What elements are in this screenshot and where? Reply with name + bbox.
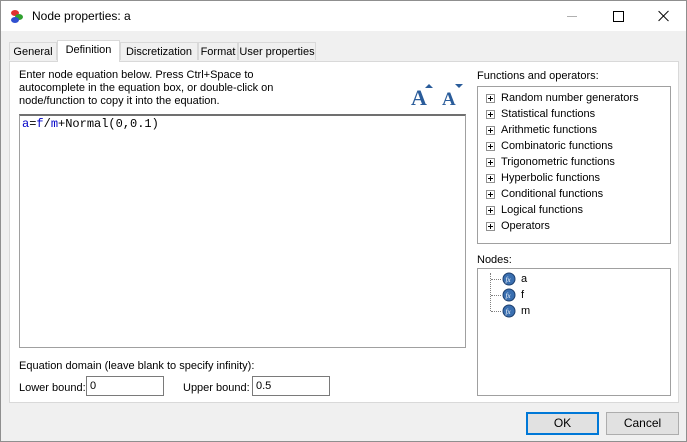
node-item-m[interactable]: fx m	[502, 303, 530, 319]
upper-bound-label: Upper bound:	[183, 382, 250, 394]
nodes-tree[interactable]: fx a fx f fx m	[477, 268, 671, 396]
function-group[interactable]: Combinatoric functions	[486, 138, 613, 154]
node-icon: fx	[502, 304, 516, 318]
node-icon: fx	[502, 288, 516, 302]
function-group[interactable]: Logical functions	[486, 202, 583, 218]
functions-tree[interactable]: Random number generators Statistical fun…	[477, 86, 671, 244]
tab-user-properties[interactable]: User properties	[238, 42, 316, 60]
expand-icon[interactable]	[486, 205, 495, 215]
ok-button[interactable]: OK	[526, 412, 599, 435]
function-group[interactable]: Operators	[486, 218, 550, 234]
lower-bound-label: Lower bound:	[19, 382, 86, 394]
functions-label: Functions and operators:	[477, 70, 599, 82]
close-button[interactable]	[641, 1, 687, 31]
close-icon	[658, 10, 670, 22]
equation-instructions: Enter node equation below. Press Ctrl+Sp…	[19, 69, 274, 107]
function-group[interactable]: Statistical functions	[486, 106, 595, 122]
cancel-button[interactable]: Cancel	[606, 412, 679, 435]
tree-connector	[491, 295, 501, 296]
app-logo-icon	[11, 10, 23, 23]
expand-icon[interactable]	[486, 173, 495, 183]
minimize-button[interactable]	[549, 1, 595, 31]
node-label: f	[521, 289, 525, 301]
expand-icon[interactable]	[486, 157, 495, 167]
tab-general[interactable]: General	[9, 42, 57, 60]
function-group[interactable]: Random number generators	[486, 90, 639, 106]
expand-icon[interactable]	[486, 141, 495, 151]
expand-icon[interactable]	[486, 125, 495, 135]
node-item-f[interactable]: fx f	[502, 287, 524, 303]
equation-domain-label: Equation domain (leave blank to specify …	[19, 360, 255, 372]
maximize-button[interactable]	[595, 1, 641, 31]
tab-definition[interactable]: Definition	[57, 40, 120, 62]
node-properties-dialog: Node properties: a General Definition Di…	[0, 0, 687, 442]
expand-icon[interactable]	[486, 109, 495, 119]
svg-text:fx: fx	[506, 308, 512, 316]
maximize-icon	[612, 10, 624, 22]
equation-divide: /	[43, 117, 51, 131]
equation-editor[interactable]: a=f/m+Normal(0,0.1)	[19, 114, 466, 348]
svg-text:fx: fx	[506, 292, 512, 300]
equation-var-f: f	[36, 117, 44, 131]
equation-var-m: m	[50, 117, 59, 131]
minimize-icon	[567, 15, 577, 17]
tree-connector	[491, 311, 501, 312]
node-item-a[interactable]: fx a	[502, 271, 527, 287]
expand-icon[interactable]	[486, 221, 495, 231]
function-group[interactable]: Hyperbolic functions	[486, 170, 600, 186]
tab-format[interactable]: Format	[198, 42, 238, 60]
expand-icon[interactable]	[486, 189, 495, 199]
node-icon: fx	[502, 272, 516, 286]
svg-text:A: A	[442, 89, 456, 108]
function-group[interactable]: Trigonometric functions	[486, 154, 615, 170]
upper-bound-input[interactable]	[252, 376, 330, 396]
node-label: a	[521, 273, 528, 285]
nodes-label: Nodes:	[477, 254, 512, 266]
tab-discretization[interactable]: Discretization	[120, 42, 198, 60]
definition-panel: Enter node equation below. Press Ctrl+Sp…	[9, 61, 679, 403]
function-group[interactable]: Arithmetic functions	[486, 122, 597, 138]
lower-bound-input[interactable]	[86, 376, 164, 396]
title-bar: Node properties: a	[1, 1, 686, 31]
node-label: m	[521, 305, 531, 317]
function-group[interactable]: Conditional functions	[486, 186, 603, 202]
svg-text:A: A	[411, 85, 427, 108]
equation-rest: +Normal(0,0.1)	[58, 117, 159, 131]
window-title: Node properties: a	[32, 9, 131, 23]
svg-text:fx: fx	[506, 276, 512, 284]
decrease-font-icon[interactable]: A	[438, 82, 464, 108]
tree-connector	[491, 279, 501, 280]
increase-font-icon[interactable]: A	[408, 82, 434, 108]
expand-icon[interactable]	[486, 93, 495, 103]
